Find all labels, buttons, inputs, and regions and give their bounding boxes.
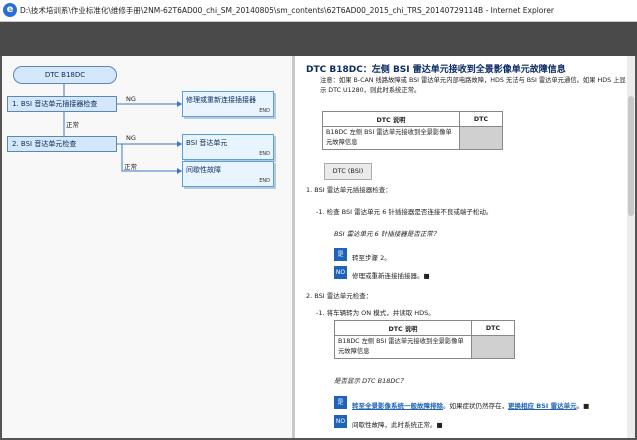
flowchart-start[interactable]: DTC B18DC xyxy=(13,66,117,84)
flowchart-step-2-label: 2. BSI 音达单元检查 xyxy=(12,140,77,148)
scrollbar-thumb[interactable] xyxy=(628,96,634,216)
note-text: 注意：如果 B-CAN 线路故障或 BSI 雷达单元内部电路故障，HDS 无法与… xyxy=(320,77,626,94)
dtc-table-1-desc: B18DC 左侧 BSI 雷达单元接收到全景影像单元故障信息 xyxy=(322,126,460,150)
dtc-table-2-col-dtc: DTC xyxy=(471,320,515,336)
page-title: DTC B18DC：左侧 BSI 雷达单元接收到全景影像单元故障信息 xyxy=(306,65,566,75)
step-2-instruction: -1. 将车辆转为 ON 模式，并读取 HDS。 xyxy=(316,309,435,317)
flowchart-ok-label-1: 正常 xyxy=(66,121,79,129)
flowchart-start-label: DTC B18DC xyxy=(44,71,86,79)
no-badge-2: NO xyxy=(334,415,347,428)
flowchart-end-intermittent[interactable]: 间歇性故障 END xyxy=(182,161,274,187)
flowchart-ng-label-1: NG xyxy=(126,95,136,103)
flowchart-step-2[interactable]: 2. BSI 音达单元检查 xyxy=(7,136,117,152)
dtc-table-1: DTC 说明 DTC B18DC 左侧 BSI 雷达单元接收到全景影像单元故障信… xyxy=(322,111,503,150)
step-2-yes-text: 转至全景影像系统一般故障排除。如果症状仍然存在，更换相应 BSI 雷达单元。■ xyxy=(352,400,589,410)
flowchart-end-repair-connector[interactable]: 修理或重新连接插接器 END xyxy=(182,91,274,117)
step-1-instruction: -1. 检查 BSI 雷达单元 6 针插接器是否连接不良或端子松动。 xyxy=(316,208,493,216)
flowchart-ng-label-2: NG xyxy=(126,134,136,142)
scrollbar[interactable] xyxy=(627,56,635,438)
dtc-table-2-value xyxy=(471,335,515,359)
step-2-title: 2. BSI 雷达单元检查： xyxy=(306,292,373,300)
step-2-question: 是否显示 DTC B18DC？ xyxy=(334,377,407,385)
end-tag: END xyxy=(259,178,270,184)
flowchart-end-bsi-unit[interactable]: BSI 音达单元 END xyxy=(182,134,274,160)
step-1-title: 1. BSI 雷达单元插接器检查： xyxy=(306,186,392,194)
dtc-table-1-col-dtc: DTC xyxy=(459,111,503,127)
yes-badge: 是 xyxy=(334,248,347,261)
dtc-table-2: DTC 说明 DTC B18DC 左侧 BSI 雷达单元接收到全景影像单元故障信… xyxy=(334,320,515,359)
dtc-bsi-button[interactable]: DTC (BSI) xyxy=(324,163,372,180)
general-troubleshooting-link[interactable]: 转至全景影像系统一般故障排除 xyxy=(352,402,443,410)
dtc-table-2-col-desc: DTC 说明 xyxy=(334,320,472,336)
step-2-no-text: 间歇性故障，此时系统正常。■ xyxy=(352,421,443,429)
dtc-table-1-value xyxy=(459,126,503,150)
step-1-question: BSI 雷达单元 6 针插接器是否正常？ xyxy=(334,230,440,238)
flowchart-end-1-label: 修理或重新连接插接器 xyxy=(186,96,256,104)
step-2-yes-mid: 。如果症状仍然存在， xyxy=(443,402,508,410)
flowchart-end-3-label: 间歇性故障 xyxy=(186,166,221,174)
dtc-table-2-desc: B18DC 左侧 BSI 雷达单元接收到全景影像单元故障信息 xyxy=(334,335,472,359)
flowchart-step-1[interactable]: 1. BSI 音达单元插接器检查 xyxy=(7,96,117,112)
flowchart-end-2-label: BSI 音达单元 xyxy=(186,139,228,147)
dtc-table-1-col-desc: DTC 说明 xyxy=(322,111,460,127)
flowchart-step-1-label: 1. BSI 音达单元插接器检查 xyxy=(12,100,98,108)
step-1-no-text: 修理或重新连接插接器。■ xyxy=(352,272,430,280)
step-2-yes-end: 。■ xyxy=(576,402,590,410)
step-1-yes-text: 转至步骤 2。 xyxy=(352,254,391,262)
no-badge: NO xyxy=(334,266,347,279)
flowchart-ok-label-2: 正常 xyxy=(124,163,137,171)
replace-bsi-unit-link[interactable]: 更换相应 BSI 雷达单元 xyxy=(508,402,577,410)
end-tag: END xyxy=(259,108,270,114)
yes-badge-2: 是 xyxy=(334,396,347,409)
end-tag: END xyxy=(259,151,270,157)
